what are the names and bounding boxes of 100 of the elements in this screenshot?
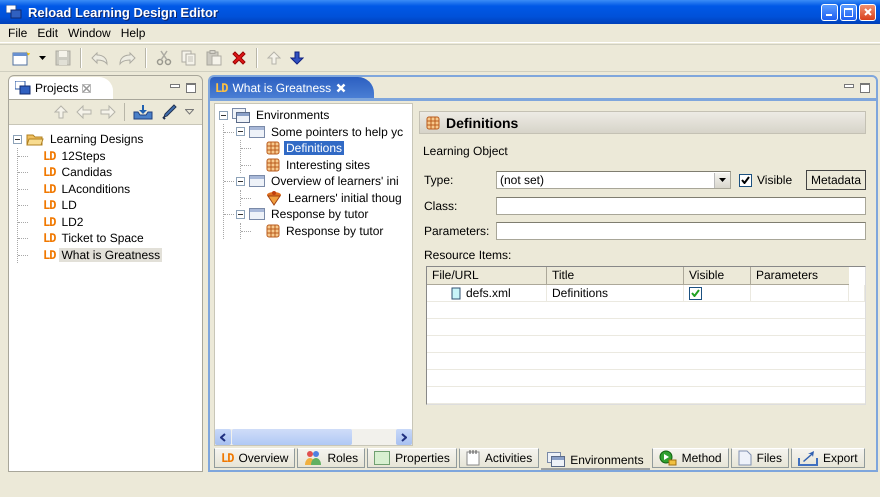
section-subtitle: Learning Object <box>423 144 509 158</box>
checkbox[interactable] <box>739 174 752 186</box>
checkbox-label: Visible <box>757 173 792 187</box>
check-icon <box>741 176 750 184</box>
tree-item[interactable]: Some pointers to help yc <box>269 124 406 139</box>
file-icon <box>451 286 461 300</box>
tree-item[interactable]: Environments <box>254 108 332 122</box>
tree-item[interactable]: Learners' initial thoug <box>286 190 404 205</box>
tree-item[interactable]: Interesting sites <box>284 158 372 172</box>
scroll-right-button[interactable] <box>396 429 412 445</box>
caret-icon[interactable] <box>39 56 46 60</box>
collapse-icon[interactable] <box>236 176 245 186</box>
tray-icon[interactable] <box>133 104 153 120</box>
check-icon <box>691 289 700 297</box>
column-header[interactable]: Title <box>547 267 684 285</box>
minimize-button[interactable] <box>821 4 838 20</box>
collapse-icon[interactable] <box>236 210 245 219</box>
ld-label: LD <box>43 198 56 212</box>
menu-item[interactable]: File <box>3 26 32 40</box>
editor-page-tab[interactable]: Activities <box>458 448 540 468</box>
grid-icon <box>266 158 280 172</box>
table-cell: defs.xml <box>466 286 511 300</box>
column-header[interactable]: Visible <box>684 267 751 285</box>
dropdown-arrow-button[interactable] <box>714 172 730 188</box>
squares-icon <box>6 5 22 19</box>
tree-item[interactable]: Response by tutor <box>284 224 386 238</box>
window-icon <box>374 451 390 465</box>
close-icon <box>864 8 872 16</box>
grid-icon <box>426 116 440 130</box>
editor-tab[interactable]: What is Greatness <box>232 80 332 94</box>
menu-item[interactable]: Help <box>116 26 150 40</box>
collapse-icon[interactable] <box>236 127 245 136</box>
tree-item[interactable]: LAconditions <box>59 182 132 196</box>
tree-item[interactable]: Definitions <box>284 141 344 156</box>
editor-page-tab[interactable]: Method <box>652 448 729 468</box>
tree-item[interactable]: LD2 <box>59 214 86 229</box>
editor-page-tab[interactable]: Export <box>790 448 865 468</box>
editor-page-tab[interactable]: Properties <box>367 448 457 468</box>
field-label: Type: <box>424 173 454 187</box>
menu-item[interactable]: Window <box>63 26 116 40</box>
play-icon <box>658 450 677 466</box>
table-cell: Definitions <box>547 285 684 302</box>
type-dropdown[interactable]: (not set) <box>496 171 731 189</box>
minimize-icon[interactable] <box>844 82 854 88</box>
class-field[interactable] <box>496 197 866 215</box>
window-icon <box>249 207 265 222</box>
ld-label: LD <box>43 248 56 262</box>
ld-label: LD <box>43 214 56 229</box>
caret-icon <box>719 178 726 182</box>
folder-icon <box>26 132 44 146</box>
delete-icon[interactable] <box>231 50 247 66</box>
window-title: Reload Learning Design Editor <box>28 4 219 20</box>
maximize-icon[interactable] <box>186 82 196 92</box>
column-header[interactable]: File/URL <box>427 267 547 285</box>
export-icon <box>798 450 818 466</box>
view-menu-icon[interactable] <box>185 109 194 115</box>
column-header[interactable]: Parameters <box>751 267 849 285</box>
notepad-icon <box>466 450 480 466</box>
section-title: Definitions <box>446 114 518 130</box>
window-icon <box>249 124 265 139</box>
minimize-icon[interactable] <box>170 82 180 88</box>
new-file-icon[interactable] <box>12 50 30 66</box>
tree-item[interactable]: Response by tutor <box>269 207 370 222</box>
document-icon <box>738 450 752 466</box>
editor-page-tab[interactable]: Files <box>730 448 789 468</box>
tree-item[interactable]: 12Steps <box>59 148 108 163</box>
tree-item[interactable]: What is Greatness <box>59 248 162 262</box>
grid-icon <box>266 224 280 238</box>
editor-page-tab[interactable]: LD Overview <box>214 448 296 468</box>
collapse-icon[interactable] <box>13 134 22 144</box>
ld-label: LD <box>43 148 56 163</box>
scroll-thumb[interactable] <box>232 429 352 445</box>
maximize-button[interactable] <box>840 4 857 20</box>
down-arrow-icon[interactable] <box>290 51 304 65</box>
collapse-icon[interactable] <box>219 110 228 120</box>
squares-icon <box>15 81 31 95</box>
maximize-icon <box>844 8 853 16</box>
table-label: Resource Items: <box>424 248 512 262</box>
close-button[interactable] <box>859 4 876 20</box>
maximize-icon[interactable] <box>860 82 870 92</box>
ld-label: LD <box>43 165 56 180</box>
tree-item[interactable]: Ticket to Space <box>59 231 146 246</box>
close-icon[interactable] <box>82 84 92 92</box>
menu-item[interactable]: Edit <box>32 26 64 40</box>
tree-item[interactable]: Candidas <box>59 165 114 180</box>
field-label: Parameters: <box>424 224 490 238</box>
windows-icon <box>232 108 250 123</box>
checkbox[interactable] <box>689 286 702 300</box>
window-icon <box>249 174 265 188</box>
scroll-left-button[interactable] <box>215 429 231 445</box>
tree-item[interactable]: LD <box>59 198 79 212</box>
pen-icon[interactable] <box>161 104 177 120</box>
people-icon <box>304 450 322 466</box>
tree-item[interactable]: Overview of learners' ini <box>269 174 401 188</box>
parameters-field[interactable] <box>496 222 866 240</box>
editor-page-tab[interactable]: Roles <box>297 448 366 468</box>
tree-item[interactable]: Learning Designs <box>48 132 146 146</box>
metadata-button[interactable]: Metadata <box>806 170 866 190</box>
field-label: Class: <box>424 199 458 213</box>
grid-icon <box>266 141 280 156</box>
